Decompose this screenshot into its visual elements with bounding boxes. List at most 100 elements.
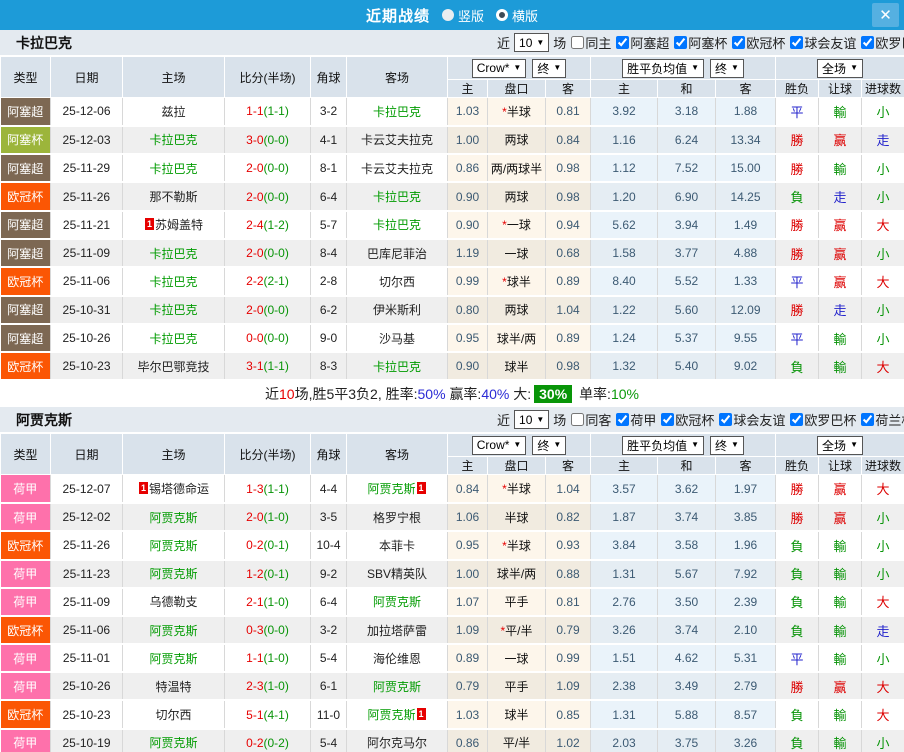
avg-away-odds: 1.33 [715,267,777,297]
match-count-select[interactable]: 10 ▼ [514,33,550,52]
handicap-line: *平/半 [487,615,546,646]
league-filter-checkbox[interactable]: 欧冠杯 [732,33,785,52]
away-team: 巴库尼菲治 [346,238,448,269]
league-filter-checkbox[interactable]: 阿塞杯 [674,33,727,52]
goals-result-flag: 大 [861,474,904,505]
handicap-line: 两/两球半 [487,154,546,184]
odds-source-select[interactable]: Crow* ▼ [471,58,527,78]
matches-table-qarabag: 类型 日期 主场 比分(半场) 角球 客场 Crow* ▼ 终 ▼ 胜平负均值 ▼ 终… [0,56,904,382]
avg-odds-select[interactable]: 胜平负均值 ▼ [622,58,704,78]
match-date: 25-10-31 [50,295,123,325]
close-icon[interactable]: ✕ [872,3,899,27]
col-avg-draw: 和 [657,456,716,476]
summary-part: 30% [534,385,573,404]
league-tag: 阿塞超 [0,154,51,184]
match-row: 阿塞超 25-11-29 卡拉巴克 2-0(0-0) 8-1 卡云艾夫拉克 0.86 两/两球… [0,154,904,184]
odds-final-select[interactable]: 终 ▼ [532,58,567,78]
avg-odds-select[interactable]: 胜平负均值 ▼ [622,435,704,455]
match-date: 25-10-19 [50,728,123,752]
handicap-away-odds: 0.68 [545,238,591,269]
handicap-result-flag: 赢 [818,474,863,505]
avg-draw-odds: 5.40 [657,352,716,382]
avg-away-odds: 1.97 [715,474,777,505]
avg-final-select[interactable]: 终 ▼ [710,58,744,78]
home-team: 卡拉巴克 [122,154,225,184]
col-type: 类型 [0,56,51,98]
handicap-away-odds: 0.84 [545,125,591,156]
league-filter-checkbox[interactable]: 欧罗巴杯 [861,33,904,52]
league-filter-checkbox[interactable]: 球会友谊 [719,410,785,429]
corner-count: 9-0 [310,323,347,354]
league-filter-checkbox[interactable]: 欧罗巴杯 [790,410,856,429]
match-date: 25-11-01 [50,644,123,674]
match-row: 阿塞超 25-12-06 兹拉 1-1(1-1) 3-2 卡拉巴克 1.03 *半球 0.81 3… [0,97,904,127]
summary-part: 大: [509,386,532,403]
score: 0-2(0-2) [224,728,311,752]
col-score: 比分(半场) [224,56,311,98]
horizontal-layout-radio[interactable] [496,9,508,21]
match-date: 25-10-26 [50,323,123,354]
horizontal-layout-label[interactable]: 横版 [512,6,538,25]
col-away: 客场 [346,433,448,476]
home-team: 阿贾克斯 [122,531,225,561]
result-flag: 平 [775,97,820,127]
match-date: 25-11-21 [50,210,123,240]
home-team: 阿贾克斯 [122,728,225,752]
same-venue-checkbox[interactable]: 同客 [571,410,611,429]
corner-count: 3-2 [310,615,347,646]
league-filter-checkbox[interactable]: 阿塞超 [616,33,669,52]
match-row: 阿塞杯 25-12-03 卡拉巴克 3-0(0-0) 4-1 卡云艾夫拉克 1.00 两球 0.… [0,125,904,156]
home-team: 卡拉巴克 [122,295,225,325]
avg-home-odds: 3.26 [590,615,658,646]
handicap-line: 球半 [487,352,546,382]
handicap-result-flag: 輸 [818,728,863,752]
league-tag: 欧冠杯 [0,182,51,212]
league-filter-checkbox[interactable]: 荷甲 [616,410,656,429]
result-flag: 勝 [775,672,820,702]
avg-draw-odds: 3.74 [657,615,716,646]
avg-draw-odds: 5.37 [657,323,716,354]
handicap-result-flag: 輸 [818,323,863,354]
vertical-layout-radio[interactable] [441,9,454,21]
summary-part: 10 [279,386,295,403]
result-flag: 負 [775,728,820,752]
col-home: 主场 [122,433,225,476]
avg-draw-odds: 3.49 [657,672,716,702]
avg-away-odds: 7.92 [715,559,777,589]
avg-draw-odds: 3.75 [657,728,716,752]
avg-draw-odds: 7.52 [657,154,716,184]
col-home: 主场 [122,56,225,98]
avg-draw-odds: 3.50 [657,587,716,617]
handicap-result-flag: 輸 [818,615,863,646]
avg-final-select[interactable]: 终 ▼ [710,435,744,455]
team-name: 卡拉巴克 [16,34,72,51]
summary-part: 50% [417,386,446,403]
league-tag: 阿塞超 [0,238,51,269]
matches-table-ajax: 类型 日期 主场 比分(半场) 角球 客场 Crow* ▼ 终 ▼ 胜平负均值 ▼ 终… [0,433,904,752]
league-tag: 荷甲 [0,728,51,752]
handicap-line: 球半 [487,700,546,730]
league-filter-checkbox[interactable]: 荷兰杯 [861,410,904,429]
handicap-line: *半球 [487,474,546,505]
same-venue-checkbox[interactable]: 同主 [571,33,611,52]
corner-count: 9-2 [310,559,347,589]
promotion-badge: 1 [138,482,148,495]
match-count-select[interactable]: 10 ▼ [514,410,550,430]
odds-final-select[interactable]: 终 ▼ [532,435,567,455]
scope-select[interactable]: 全场 ▼ [817,58,863,78]
chevron-down-icon: ▼ [691,440,699,450]
filter-controls: 近10▼场同客荷甲欧冠杯球会友谊欧罗巴杯荷兰杯 [497,407,904,432]
league-filter-checkbox[interactable]: 欧冠杯 [661,410,714,429]
avg-draw-odds: 3.58 [657,531,716,561]
odds-source-select[interactable]: Crow* ▼ [471,435,527,455]
scope-select[interactable]: 全场 ▼ [817,435,863,455]
score: 2-0(0-0) [224,182,311,212]
league-filter-checkbox[interactable]: 球会友谊 [790,33,856,52]
handicap-line: 一球 [487,644,546,674]
goals-result-flag: 小 [861,503,904,533]
away-team: 阿贾克斯 [346,672,448,702]
away-team: 卡拉巴克 [346,97,448,127]
vertical-layout-label[interactable]: 竖版 [458,6,484,25]
league-tag: 荷甲 [0,559,51,589]
col-avg-home: 主 [590,456,658,476]
